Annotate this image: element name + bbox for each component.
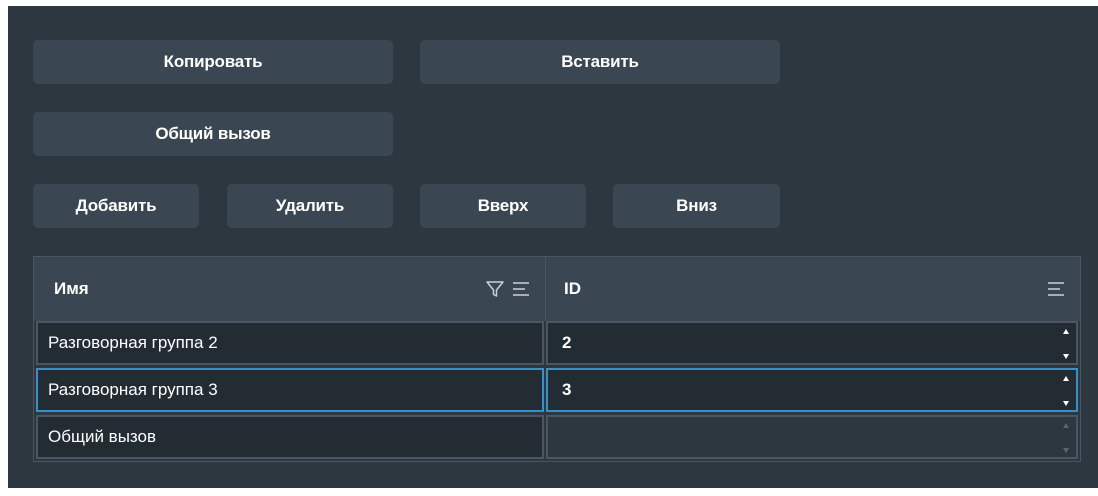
move-down-button[interactable]: Вниз [613,184,780,228]
paste-button[interactable]: Вставить [420,40,780,84]
filter-icon[interactable] [485,279,505,304]
column-header-name-label: Имя [54,279,89,298]
table-row-name-cell[interactable]: Разговорная группа 3 [36,368,544,412]
add-button[interactable]: Добавить [33,184,199,228]
spin-arrows-icon[interactable] [1062,329,1070,359]
move-up-button[interactable]: Вверх [420,184,586,228]
spin-arrows-icon [1062,423,1070,453]
table-row-id-field [546,415,1078,459]
table-row-id-field[interactable]: 3 [546,368,1078,412]
spin-arrows-icon[interactable] [1062,376,1070,406]
delete-button[interactable]: Удалить [227,184,393,228]
copy-button[interactable]: Копировать [33,40,393,84]
menu-lines-icon[interactable] [511,279,531,304]
column-header-name[interactable]: Имя [34,257,546,321]
id-value: 3 [562,380,572,399]
column-header-id-label: ID [564,279,581,298]
table-row-name-cell[interactable]: Общий вызов [36,415,544,459]
group-call-button[interactable]: Общий вызов [33,112,393,156]
id-value: 2 [562,333,572,352]
column-header-id[interactable]: ID [546,257,1080,321]
groups-table: Имя ID Разговорная группа 2 2 Разговорна… [33,256,1081,462]
table-row-name-cell[interactable]: Разговорная группа 2 [36,321,544,365]
menu-lines-icon[interactable] [1046,279,1066,304]
table-row-id-field[interactable]: 2 [546,321,1078,365]
